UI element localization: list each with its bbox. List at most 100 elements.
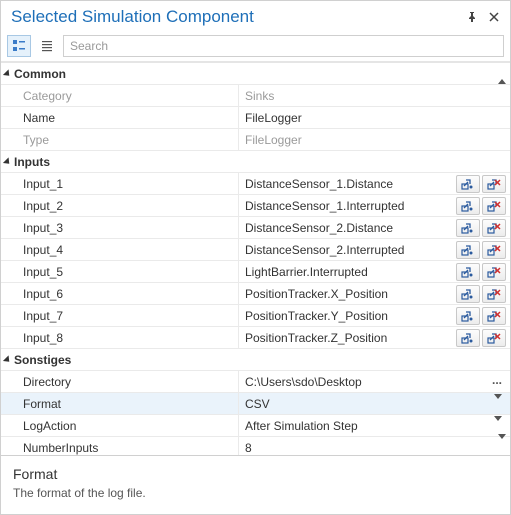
expand-icon [3,355,12,364]
search-input[interactable]: Search [63,35,504,57]
link-button[interactable] [456,241,480,259]
category-label: Inputs [14,155,50,169]
property-label: Directory [1,371,239,392]
unlink-button[interactable] [482,197,506,215]
property-label: Input_4 [1,239,239,260]
property-value-text: DistanceSensor_1.Distance [245,177,393,191]
property-row[interactable]: Input_2 DistanceSensor_1.Interrupted [1,195,510,217]
category-label: Common [14,67,66,81]
property-value[interactable]: CSV [239,393,510,414]
row-actions [456,219,510,237]
browse-button[interactable]: ... [488,373,506,387]
property-label: Format [1,393,239,414]
toolbar: Search [1,31,510,62]
close-icon[interactable] [488,11,500,23]
unlink-button[interactable] [482,329,506,347]
panel-title: Selected Simulation Component [11,7,466,27]
property-label: Input_5 [1,261,239,282]
property-value-text: C:\Users\sdo\Desktop [245,375,362,389]
row-actions [456,263,510,281]
category-label: Sonstiges [14,353,71,367]
link-button[interactable] [456,285,480,303]
link-button[interactable] [456,263,480,281]
property-row[interactable]: LogActionAfter Simulation Step [1,415,510,437]
titlebar-controls [466,11,500,23]
property-label: Input_7 [1,305,239,326]
link-button[interactable] [456,329,480,347]
property-value[interactable]: After Simulation Step [239,415,510,436]
property-value-text: FileLogger [245,133,302,147]
dropdown-icon[interactable] [494,399,502,413]
property-row[interactable]: Input_4DistanceSensor_2.Interrupted [1,239,510,261]
property-value[interactable]: C:\Users\sdo\Desktop... [239,371,510,392]
property-row[interactable]: Input_7 PositionTracker.Y_Position [1,305,510,327]
property-value[interactable]: 8 [239,437,510,455]
categorized-view-button[interactable] [7,35,31,57]
property-row[interactable]: FormatCSV [1,393,510,415]
property-row[interactable]: Input_8PositionTracker.Z_Position [1,327,510,349]
description-text: The format of the log file. [13,486,498,500]
row-actions [456,175,510,193]
property-row[interactable]: NumberInputs 8 [1,437,510,455]
property-value[interactable]: DistanceSensor_1.Distance [239,173,510,194]
property-value[interactable]: DistanceSensor_2.Interrupted [239,239,510,260]
scroll-up-icon[interactable] [498,65,506,79]
property-label: Input_3 [1,217,239,238]
property-value-text: 8 [245,441,252,455]
unlink-button[interactable] [482,307,506,325]
property-label: Name [1,107,239,128]
row-actions [456,241,510,259]
dropdown-icon[interactable] [494,421,502,435]
row-actions [456,197,510,215]
link-button[interactable] [456,175,480,193]
alphabetical-view-button[interactable] [35,35,59,57]
property-row[interactable]: Input_6PositionTracker.X_Position [1,283,510,305]
property-value[interactable]: FileLogger [239,129,510,150]
property-value-text: FileLogger [245,111,302,125]
property-label: Input_6 [1,283,239,304]
property-label: Input_2 [1,195,239,216]
property-row[interactable]: Input_1DistanceSensor_1.Distance [1,173,510,195]
property-value-text: PositionTracker.Y_Position [245,309,388,323]
link-button[interactable] [456,197,480,215]
property-value[interactable]: DistanceSensor_1.Interrupted [239,195,510,216]
property-row[interactable]: Input_5LightBarrier.Interrupted [1,261,510,283]
property-value[interactable]: PositionTracker.Y_Position [239,305,510,326]
property-row[interactable]: Type FileLogger [1,129,510,151]
property-value[interactable]: DistanceSensor_2.Distance [239,217,510,238]
row-actions [456,307,510,325]
property-value[interactable]: LightBarrier.Interrupted [239,261,510,282]
property-value-text: Sinks [245,89,274,103]
category-header[interactable]: Sonstiges [1,349,510,371]
property-row[interactable]: DirectoryC:\Users\sdo\Desktop... [1,371,510,393]
category-header[interactable]: Inputs [1,151,510,173]
expand-icon [3,157,12,166]
property-grid: Common CategorySinksName FileLogger Type Fil… [1,62,510,455]
property-row[interactable]: Input_3 DistanceSensor_2.Distance [1,217,510,239]
unlink-button[interactable] [482,263,506,281]
property-value[interactable]: Sinks [239,85,510,106]
scroll-down-icon[interactable] [498,439,506,453]
unlink-button[interactable] [482,285,506,303]
property-row[interactable]: Name FileLogger [1,107,510,129]
property-value-text: DistanceSensor_1.Interrupted [245,199,404,213]
category-header[interactable]: Common [1,63,510,85]
property-value[interactable]: PositionTracker.X_Position [239,283,510,304]
property-label: NumberInputs [1,437,239,455]
unlink-button[interactable] [482,219,506,237]
pin-icon[interactable] [466,11,478,23]
link-button[interactable] [456,219,480,237]
row-actions [456,329,510,347]
property-value[interactable]: FileLogger [239,107,510,128]
description-pane: Format The format of the log file. [1,455,510,514]
property-value[interactable]: PositionTracker.Z_Position [239,327,510,348]
property-value-text: After Simulation Step [245,419,358,433]
link-button[interactable] [456,307,480,325]
unlink-button[interactable] [482,175,506,193]
property-label: Type [1,129,239,150]
unlink-button[interactable] [482,241,506,259]
property-value-text: DistanceSensor_2.Distance [245,221,393,235]
titlebar: Selected Simulation Component [1,1,510,31]
row-actions [456,285,510,303]
property-row[interactable]: CategorySinks [1,85,510,107]
